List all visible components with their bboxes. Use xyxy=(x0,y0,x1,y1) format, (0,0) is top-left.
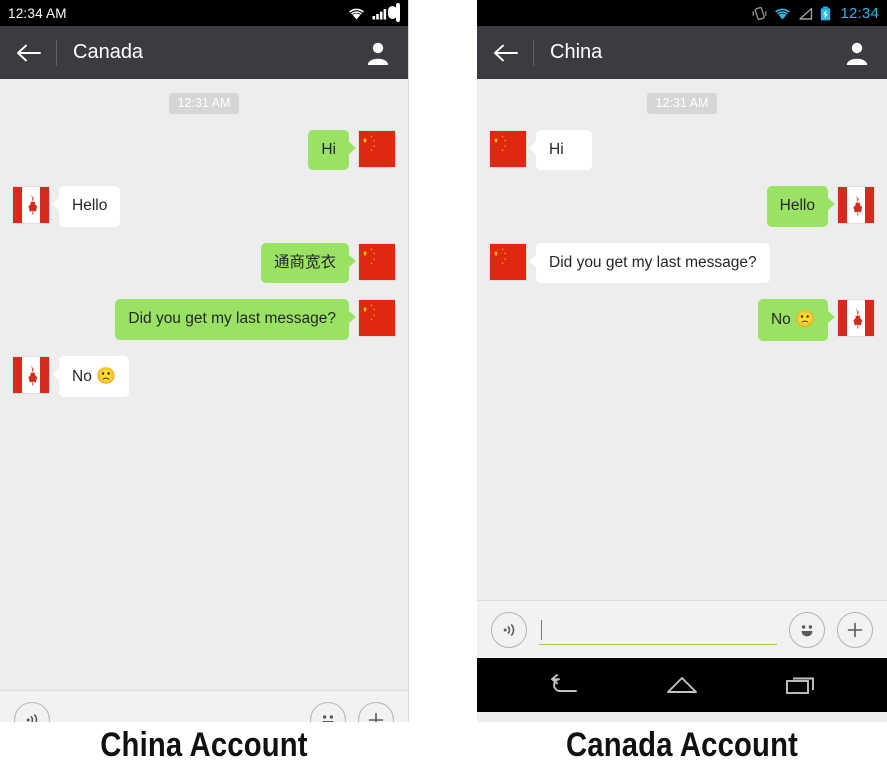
message-bubble[interactable]: Hello xyxy=(51,186,121,227)
timestamp-row: 12:31 AM xyxy=(12,93,396,114)
voice-input-icon[interactable] xyxy=(14,701,50,722)
conversation-title: Canada xyxy=(73,41,144,63)
message-text: No xyxy=(72,367,97,385)
message-text: Hi xyxy=(549,141,564,158)
message-text-field[interactable] xyxy=(539,613,777,647)
avatar-canada-flag[interactable] xyxy=(837,299,875,338)
contact-profile-icon[interactable] xyxy=(843,39,871,67)
message-row: No 🙁 xyxy=(12,355,396,398)
status-clock: 12:34 AM xyxy=(8,5,67,21)
message-bubble[interactable]: Did you get my last message? xyxy=(115,299,356,340)
message-text: No xyxy=(770,311,796,329)
contact-profile-icon[interactable] xyxy=(364,39,392,67)
message-row: 通商宽衣 xyxy=(12,242,396,284)
message-text: Did you get my last message? xyxy=(128,310,336,328)
comparison-stage: 12:34 AM Canada 12:31 AM Hi Hello 通商宽衣 D… xyxy=(0,0,887,768)
chat-timestamp: 12:31 AM xyxy=(646,93,718,114)
more-options-icon[interactable] xyxy=(358,701,394,722)
nav-back-icon[interactable] xyxy=(541,668,585,702)
message-row: Hello xyxy=(489,186,875,227)
message-row: Hi xyxy=(489,130,875,171)
status-bar: 12:34 xyxy=(477,0,887,26)
avatar-china-flag[interactable] xyxy=(358,242,396,281)
status-icons xyxy=(348,3,400,22)
text-cursor xyxy=(541,619,542,640)
back-arrow-icon[interactable] xyxy=(14,38,44,68)
message-bubble[interactable]: Did you get my last message? xyxy=(529,242,770,284)
message-text-field[interactable] xyxy=(62,703,298,723)
back-arrow-icon[interactable] xyxy=(491,38,521,68)
message-input-bar xyxy=(0,690,408,722)
emoji-picker-icon[interactable] xyxy=(789,611,825,648)
message-text: Hello xyxy=(779,197,815,215)
signal-icon xyxy=(372,7,389,20)
android-navigation-bar xyxy=(477,658,887,712)
message-text: Hi xyxy=(321,141,336,158)
message-bubble[interactable]: Hello xyxy=(766,186,836,227)
emoji-picker-icon[interactable] xyxy=(310,701,346,722)
avatar-canada-flag[interactable] xyxy=(12,355,50,394)
message-bubble[interactable]: No 🙁 xyxy=(757,299,836,341)
avatar-china-flag[interactable] xyxy=(358,299,396,338)
wifi-icon xyxy=(774,7,791,20)
avatar-canada-flag[interactable] xyxy=(837,186,875,225)
timestamp-row: 12:31 AM xyxy=(489,93,875,114)
chat-messages[interactable]: 12:31 AM Hi Hello 通商宽衣 Did you get my la… xyxy=(0,79,408,690)
message-text: Hello xyxy=(72,197,108,215)
status-icons xyxy=(752,6,831,21)
voice-input-icon[interactable] xyxy=(491,611,527,648)
message-bubble[interactable]: Hi xyxy=(308,130,356,171)
nav-recents-icon[interactable] xyxy=(779,668,823,702)
phone-canada-account: 12:34 China 12:31 AM Hi Hello Did you ge… xyxy=(477,0,887,722)
conversation-title: China xyxy=(550,41,603,63)
message-row: Did you get my last message? xyxy=(12,299,396,340)
nav-home-icon[interactable] xyxy=(660,668,704,702)
status-bar: 12:34 AM xyxy=(0,0,408,26)
frowning-face-emoji: 🙁 xyxy=(795,311,815,329)
message-bubble[interactable]: 通商宽衣 xyxy=(260,242,357,284)
message-row: Hi xyxy=(12,130,396,171)
input-underline xyxy=(539,643,777,645)
message-row: Hello xyxy=(12,186,396,227)
avatar-china-flag[interactable] xyxy=(358,130,396,168)
avatar-canada-flag[interactable] xyxy=(12,186,50,225)
app-bar: Canada xyxy=(0,26,408,79)
message-row: Did you get my last message? xyxy=(489,242,875,284)
message-bubble[interactable]: No 🙁 xyxy=(51,355,130,398)
signal-icon xyxy=(798,7,813,20)
appbar-divider xyxy=(56,39,57,66)
message-bubble[interactable]: Hi xyxy=(529,130,592,171)
appbar-divider xyxy=(533,39,534,66)
avatar-china-flag[interactable] xyxy=(489,242,527,281)
chat-messages[interactable]: 12:31 AM Hi Hello Did you get my last me… xyxy=(477,79,887,600)
battery-charging-icon xyxy=(820,6,831,21)
message-row: No 🙁 xyxy=(489,299,875,341)
message-text: Did you get my last message? xyxy=(549,253,757,271)
caption-canada-account: Canada Account xyxy=(565,726,799,764)
phone-china-account: 12:34 AM Canada 12:31 AM Hi Hello 通商宽衣 D… xyxy=(0,0,409,722)
message-text: 通商宽衣 xyxy=(273,253,336,271)
chat-timestamp: 12:31 AM xyxy=(168,93,240,114)
caption-china-account: China Account xyxy=(100,726,308,764)
more-options-icon[interactable] xyxy=(837,611,873,648)
app-bar: China xyxy=(477,26,887,79)
avatar-china-flag[interactable] xyxy=(489,130,527,168)
frowning-face-emoji: 🙁 xyxy=(96,367,117,385)
vibrate-icon xyxy=(752,6,767,21)
status-clock: 12:34 xyxy=(840,4,879,22)
message-input-bar xyxy=(477,600,887,658)
wifi-icon xyxy=(348,7,365,20)
